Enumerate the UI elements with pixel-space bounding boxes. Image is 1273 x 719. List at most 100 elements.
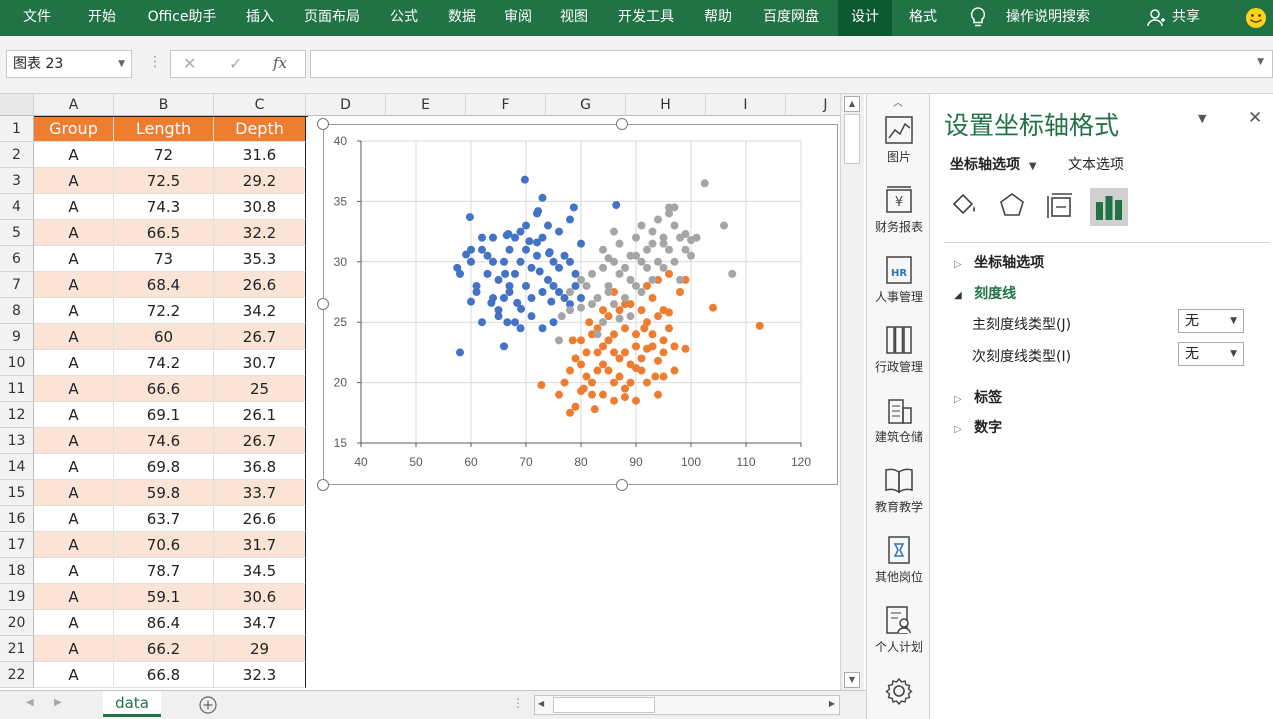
table-cell[interactable]: 33.7 [214,480,306,506]
share-button[interactable]: 共享 [1166,0,1206,36]
table-cell[interactable]: A [34,142,114,168]
table-cell[interactable]: A [34,168,114,194]
table-cell[interactable]: A [34,272,114,298]
table-cell[interactable]: 74.3 [114,194,214,220]
row-header[interactable]: 7 [0,272,34,298]
column-header[interactable]: I [706,94,786,116]
table-cell[interactable]: A [34,454,114,480]
table-cell[interactable]: 70.6 [114,532,214,558]
table-cell[interactable]: 34.2 [214,298,306,324]
scroll-down-button[interactable]: ▼ [844,672,860,688]
resize-handle-bottom[interactable] [616,479,628,491]
tab-design[interactable]: 设计 [838,0,892,36]
gear-icon[interactable] [884,676,914,706]
pane-options-icon[interactable]: ▼ [1198,112,1206,125]
table-cell[interactable]: 66.2 [114,636,214,662]
table-cell[interactable]: Depth [214,116,306,142]
table-cell[interactable]: 73 [114,246,214,272]
tab-office-assistant[interactable]: Office助手 [136,0,228,36]
table-cell[interactable]: 63.7 [114,506,214,532]
row-header[interactable]: 8 [0,298,34,324]
prev-sheet-icon[interactable]: ◀ [26,697,34,708]
insert-function-button[interactable]: fx [273,54,287,72]
table-cell[interactable]: 31.7 [214,532,306,558]
table-cell[interactable]: A [34,584,114,610]
row-header[interactable]: 14 [0,454,34,480]
tab-page-layout[interactable]: 页面布局 [292,0,372,36]
chevron-down-icon[interactable]: ▼ [118,51,125,77]
confirm-icon[interactable]: ✓ [229,54,242,73]
tab-file[interactable]: 文件 [8,0,66,36]
sheet-tab-data[interactable]: data [103,691,161,717]
column-header[interactable]: D [306,94,386,116]
sidebar-collapse-icon[interactable]: ︿ [867,94,929,110]
formula-input[interactable]: ▼ [310,50,1273,78]
sidebar-item-financial-report[interactable]: ¥ 财务报表 [867,184,931,235]
table-cell[interactable]: 66.8 [114,662,214,688]
table-cell[interactable]: 66.6 [114,376,214,402]
row-header[interactable]: 21 [0,636,34,662]
table-cell[interactable]: 69.1 [114,402,214,428]
table-cell[interactable]: A [34,194,114,220]
sidebar-item-hr[interactable]: HR 人事管理 [867,254,931,305]
tab-data[interactable]: 数据 [436,0,488,36]
name-box[interactable]: 图表 23 ▼ [6,50,132,78]
table-cell[interactable]: A [34,558,114,584]
column-header[interactable]: E [386,94,466,116]
table-cell[interactable]: 72.5 [114,168,214,194]
table-cell[interactable]: 26.6 [214,506,306,532]
row-header[interactable]: 6 [0,246,34,272]
table-cell[interactable]: A [34,428,114,454]
row-header[interactable]: 2 [0,142,34,168]
major-tick-select[interactable]: 无 ▼ [1178,309,1244,333]
sidebar-item-construction[interactable]: 建筑仓储 [867,394,931,445]
table-cell[interactable]: A [34,298,114,324]
table-cell[interactable]: 72 [114,142,214,168]
tab-text-options[interactable]: 文本选项 [1068,154,1124,174]
table-cell[interactable]: A [34,506,114,532]
section-tick-marks[interactable]: ◢ 刻度线 [954,283,1016,303]
table-cell[interactable]: A [34,662,114,688]
tab-home[interactable]: 开始 [72,0,132,36]
size-properties-icon[interactable] [1044,190,1076,222]
vertical-scrollbar[interactable]: ▲ ▼ [840,94,864,690]
row-header[interactable]: 19 [0,584,34,610]
row-header[interactable]: 15 [0,480,34,506]
sidebar-item-personal-plan[interactable]: 个人计划 [867,604,931,655]
table-cell[interactable]: 35.3 [214,246,306,272]
table-cell[interactable]: 26.1 [214,402,306,428]
table-cell[interactable]: 60 [114,324,214,350]
table-cell[interactable]: 74.6 [114,428,214,454]
table-cell[interactable]: A [34,610,114,636]
table-cell[interactable]: 26.7 [214,428,306,454]
row-header[interactable]: 16 [0,506,34,532]
table-cell[interactable]: 30.6 [214,584,306,610]
table-cell[interactable]: 29.2 [214,168,306,194]
row-header[interactable]: 13 [0,428,34,454]
scroll-left-button[interactable]: ◀ [538,699,544,708]
table-cell[interactable]: 30.7 [214,350,306,376]
axis-options-tab-button[interactable] [1090,188,1128,226]
table-cell[interactable]: A [34,376,114,402]
table-cell[interactable]: 32.2 [214,220,306,246]
horizontal-scrollbar[interactable]: ◀ ▶ [534,695,840,715]
table-cell[interactable]: Group [34,116,114,142]
row-header[interactable]: 3 [0,168,34,194]
table-cell[interactable]: 66.5 [114,220,214,246]
table-cell[interactable]: A [34,636,114,662]
column-header[interactable]: F [466,94,546,116]
sidebar-item-admin[interactable]: 行政管理 [867,324,931,375]
row-header[interactable]: 17 [0,532,34,558]
table-cell[interactable]: 26.7 [214,324,306,350]
table-cell[interactable]: 72.2 [114,298,214,324]
tell-me-search[interactable]: 操作说明搜索 [996,0,1100,36]
table-cell[interactable]: Length [114,116,214,142]
tab-formulas[interactable]: 公式 [376,0,432,36]
table-cell[interactable]: 32.3 [214,662,306,688]
fill-line-icon[interactable] [948,190,980,222]
tab-format[interactable]: 格式 [896,0,950,36]
resize-handle-top[interactable] [616,118,628,130]
column-header[interactable]: A [34,94,114,116]
row-header[interactable]: 1 [0,116,34,142]
table-cell[interactable]: 34.7 [214,610,306,636]
